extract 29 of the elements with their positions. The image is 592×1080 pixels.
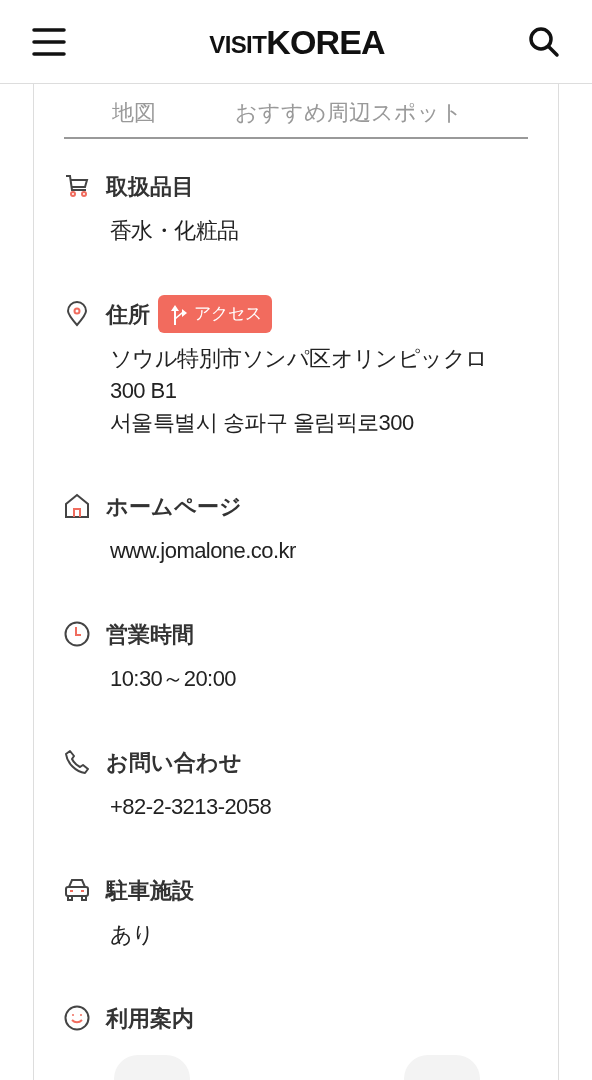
section-text: ソウル特別市ソンパ区オリンピックロ	[110, 345, 489, 373]
smile-icon	[64, 1005, 90, 1031]
section-title: お問い合わせ	[106, 748, 242, 777]
section-title: 営業時間	[106, 620, 194, 649]
logo[interactable]: VISITKOREA	[209, 24, 385, 59]
section-title: 利用案内	[106, 1004, 194, 1033]
directions-icon	[168, 303, 188, 325]
cart-icon	[64, 173, 90, 199]
section-text: +82-2-3213-2058	[110, 793, 273, 821]
phone-icon	[64, 749, 90, 775]
section-text: あり	[110, 921, 156, 949]
home-icon	[64, 493, 90, 519]
section-title: 駐車施設	[106, 876, 194, 905]
section-text: 10:30～20:00	[110, 665, 238, 693]
section-title: 取扱品目	[106, 172, 194, 201]
location-pin-icon	[64, 301, 90, 327]
clock-icon	[64, 621, 90, 647]
menu-icon[interactable]	[32, 26, 66, 57]
section-title: ホームページ	[106, 492, 242, 521]
tab[interactable]: 地図	[64, 96, 204, 129]
section-text: 서울특별시 송파구 올림픽로300	[110, 409, 415, 437]
section-title: 住所	[106, 300, 150, 329]
section-text: 300 B1	[110, 377, 178, 405]
access-button[interactable]: アクセス	[158, 295, 272, 333]
section-text: www.jomalone.co.kr	[110, 537, 297, 565]
tab[interactable]: おすすめ周辺スポット	[204, 96, 494, 129]
section-text: 香水・化粧品	[110, 217, 240, 245]
car-icon	[64, 877, 90, 903]
search-icon[interactable]	[528, 25, 560, 58]
